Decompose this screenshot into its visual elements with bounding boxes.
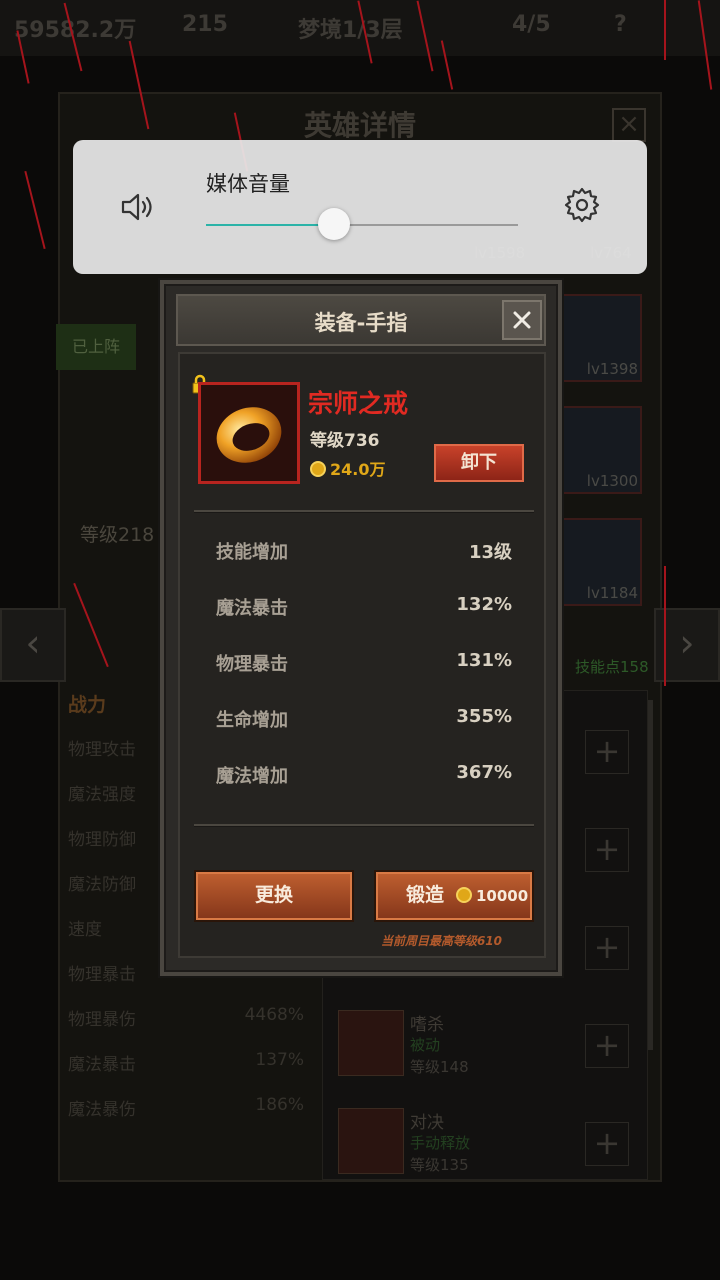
forge-label: 锻造 (406, 884, 445, 906)
hero-panel-title: 英雄详情 (303, 109, 416, 142)
stat-row: 魔法暴伤 186% (68, 1095, 304, 1120)
skill-item[interactable]: 嗜杀 被动 等级148 (330, 1006, 630, 1086)
prev-hero-button[interactable]: ‹ (0, 608, 66, 682)
lineup-tag: 已上阵 (56, 324, 136, 370)
equip-slot-level: lv1184 (586, 584, 638, 602)
divider (194, 510, 534, 513)
add-skill-button[interactable]: + (585, 730, 629, 774)
volume-label: 媒体音量 (206, 172, 290, 196)
close-icon (513, 311, 531, 329)
change-button[interactable]: 更换 (194, 870, 354, 922)
add-skill-button[interactable]: + (585, 828, 629, 872)
divider (194, 824, 534, 827)
skill-item[interactable]: 对决 手动释放 等级135 (330, 1104, 630, 1184)
volume-slider-fill (206, 224, 334, 226)
skill-type: 手动释放 (410, 1134, 471, 1152)
gold-amount: 59582.2万 (14, 18, 137, 43)
close-button[interactable] (502, 300, 542, 340)
dialog-body: 宗师之戒 等级736 24.0万 卸下 技能增加 13级 魔法暴击 132% 物理暴… (178, 352, 546, 958)
attribute-row: 魔法暴击 132% (216, 594, 512, 619)
ring-icon (216, 407, 282, 463)
rain-streak (24, 170, 46, 250)
skull-count: 4/5 (512, 12, 551, 37)
skill-type: 被动 (410, 1036, 441, 1054)
gem-amount: 215 (182, 12, 228, 37)
volume-slider-thumb[interactable] (317, 208, 350, 240)
stat-row: 魔法暴击 137% (68, 1050, 304, 1075)
coin-icon (456, 886, 472, 903)
skill-icon (338, 1108, 404, 1174)
dream-floor: 梦境1/3层 (298, 18, 403, 43)
attribute-row: 魔法增加 367% (216, 762, 512, 787)
coin-icon (310, 460, 326, 477)
help-button[interactable]: ? (614, 12, 627, 37)
hero-panel-close-button[interactable]: × (612, 108, 646, 142)
item-level: 等级736 (310, 431, 380, 451)
skills-scrollbar[interactable] (648, 700, 653, 1050)
dialog-title: 装备-手指 (314, 311, 408, 335)
equip-slot-level: lv1398 (586, 360, 638, 378)
forge-cost: 10000 (456, 873, 528, 919)
attribute-row: 技能增加 13级 (216, 542, 512, 563)
equip-slot[interactable]: lv1398 (562, 294, 642, 382)
equipment-dialog: 装备-手指 宗师之戒 等级736 24.0万 卸下 技能增加 13级 魔法暴击 … (160, 280, 562, 976)
dialog-header: 装备-手指 (176, 294, 546, 346)
volume-panel: 媒体音量 (73, 140, 647, 274)
skill-name: 对决 (410, 1113, 444, 1133)
hero-level: 等级218 (80, 524, 155, 546)
item-name: 宗师之戒 (308, 389, 409, 418)
attribute-row: 生命增加 355% (216, 706, 512, 731)
equip-slot-level: lv1300 (586, 472, 638, 490)
skill-level: 等级135 (410, 1156, 469, 1174)
speaker-icon[interactable] (119, 188, 157, 226)
equip-slot[interactable]: lv1184 (562, 518, 642, 606)
skill-icon (338, 1010, 404, 1076)
volume-slider[interactable] (206, 208, 518, 240)
forge-button[interactable]: 锻造 10000 (374, 870, 534, 922)
item-icon-frame[interactable] (198, 382, 300, 484)
add-skill-button[interactable]: + (585, 926, 629, 970)
rain-streak (664, 0, 666, 60)
rain-streak (664, 566, 666, 686)
attribute-row: 物理暴击 131% (216, 650, 512, 675)
item-price: 24.0万 (310, 456, 385, 480)
equip-slot[interactable]: lv1300 (562, 406, 642, 494)
gear-icon[interactable] (562, 185, 602, 225)
skill-points: 技能点158 (575, 658, 649, 676)
skill-level: 等级148 (410, 1058, 469, 1076)
stat-row: 物理暴伤 4468% (68, 1005, 304, 1030)
unequip-button[interactable]: 卸下 (434, 444, 524, 482)
skill-name: 嗜杀 (410, 1015, 444, 1035)
max-level-note: 当前周目最高等级610 (380, 934, 502, 948)
